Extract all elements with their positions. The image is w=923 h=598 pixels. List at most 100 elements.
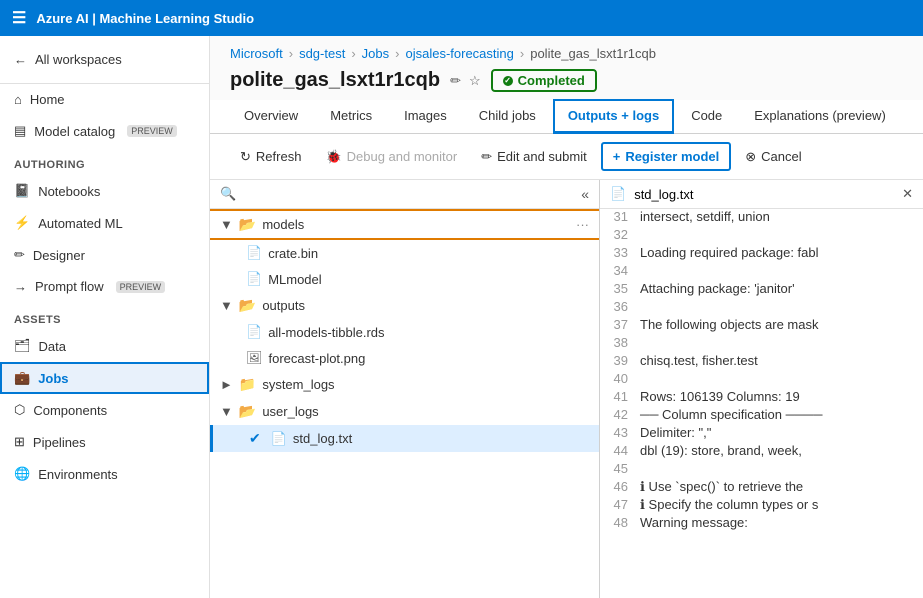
sidebar-item-environments[interactable]: 🌐 Environments (0, 458, 209, 490)
folder-outputs-icon: 📂 (239, 297, 256, 314)
tab-images[interactable]: Images (390, 100, 461, 133)
log-row: 31 intersect, setdiff, union (600, 209, 923, 227)
sidebar-item-notebooks[interactable]: 📓 Notebooks (0, 175, 209, 207)
jobs-icon: 💼 (14, 370, 30, 386)
sidebar-item-prompt-flow[interactable]: → Prompt flow PREVIEW (0, 271, 209, 302)
star-icon[interactable]: ☆ (469, 73, 481, 89)
file-browser: 🔍 « ▼ 📂 models ··· (210, 180, 600, 598)
more-options-icon[interactable]: ··· (576, 217, 589, 232)
file-item-tibble[interactable]: 📄 all-models-tibble.rds (210, 319, 599, 345)
pipelines-label: Pipelines (33, 435, 86, 450)
tab-metrics[interactable]: Metrics (316, 100, 386, 133)
main-layout: ← All workspaces ⌂ Home ▤ Model catalog … (0, 36, 923, 598)
log-row: 45 (600, 461, 923, 479)
refresh-button[interactable]: ↻ Refresh (230, 144, 311, 170)
file-item-models[interactable]: ▼ 📂 models ··· (210, 211, 599, 238)
sidebar-item-jobs[interactable]: 💼 Jobs (0, 362, 209, 394)
sidebar-item-pipelines[interactable]: ⊞ Pipelines (0, 426, 209, 458)
file-icon-mlmodel: 📄 (246, 271, 262, 287)
line-number: 33 (608, 245, 640, 260)
all-workspaces-item[interactable]: ← All workspaces (0, 44, 209, 75)
model-catalog-label: Model catalog (34, 124, 115, 139)
breadcrumb-sdg-test[interactable]: sdg-test (299, 46, 345, 61)
breadcrumb-current: polite_gas_lsxt1r1cqb (530, 46, 656, 61)
edit-pencil-icon[interactable]: ✏ (450, 73, 461, 89)
cancel-icon: ⊗ (745, 149, 756, 165)
file-item-mlmodel[interactable]: 📄 MLmodel (210, 266, 599, 292)
breadcrumb-jobs[interactable]: Jobs (362, 46, 389, 61)
expand-system-icon: ► (220, 377, 233, 392)
menu-icon[interactable]: ☰ (12, 8, 26, 28)
log-line-text: dbl (19): store, brand, week, (640, 443, 802, 458)
sidebar-item-home[interactable]: ⌂ Home (0, 84, 209, 115)
file-icon-forecast: 🖼 (246, 350, 263, 366)
log-row: 47ℹ Specify the column types or s (600, 497, 923, 515)
automated-ml-label: Automated ML (38, 216, 123, 231)
notebooks-label: Notebooks (38, 184, 100, 199)
line-number: 43 (608, 425, 640, 440)
sidebar-item-automated-ml[interactable]: ⚡ Automated ML (0, 207, 209, 239)
log-row: 32 (600, 227, 923, 245)
page-title: polite_gas_lsxt1r1cqb (230, 69, 440, 92)
breadcrumb-ojsales[interactable]: ojsales-forecasting (405, 46, 513, 61)
log-row: 42── Column specification ──── (600, 407, 923, 425)
edit-submit-button[interactable]: ✏ Edit and submit (471, 144, 597, 170)
log-row: 39 chisq.test, fisher.test (600, 353, 923, 371)
line-number: 36 (608, 299, 640, 314)
sidebar-item-components[interactable]: ⬡ Components (0, 394, 209, 426)
log-row: 41Rows: 106139 Columns: 19 (600, 389, 923, 407)
file-item-user-logs[interactable]: ▼ 📂 user_logs (210, 398, 599, 425)
log-row: 46ℹ Use `spec()` to retrieve the (600, 479, 923, 497)
log-line-text: ── Column specification ──── (640, 407, 822, 422)
designer-icon: ✏ (14, 247, 25, 263)
tab-outputs-logs[interactable]: Outputs + logs (554, 100, 673, 133)
line-number: 35 (608, 281, 640, 296)
line-number: 38 (608, 335, 640, 350)
line-number: 31 (608, 209, 640, 224)
collapse-icon[interactable]: « (581, 186, 589, 202)
page-title-row: polite_gas_lsxt1r1cqb ✏ ☆ ✓ Completed (210, 65, 923, 100)
preview-badge: PREVIEW (127, 125, 177, 137)
log-filename: std_log.txt (634, 187, 693, 202)
search-icon: 🔍 (220, 186, 236, 202)
log-content[interactable]: 31 intersect, setdiff, union3233Loading … (600, 209, 923, 598)
tab-explanations[interactable]: Explanations (preview) (740, 100, 900, 133)
home-icon: ⌂ (14, 92, 22, 107)
lower-area: 🔍 « ▼ 📂 models ··· (210, 180, 923, 598)
folder-user-icon: 📂 (239, 403, 256, 420)
tab-overview[interactable]: Overview (230, 100, 312, 133)
close-log-icon[interactable]: ✕ (902, 186, 913, 202)
sidebar-top: ← All workspaces (0, 36, 209, 84)
log-line-text: ℹ Use `spec()` to retrieve the (640, 479, 803, 495)
top-header: ☰ Azure AI | Machine Learning Studio (0, 0, 923, 36)
log-row: 35Attaching package: 'janitor' (600, 281, 923, 299)
file-item-forecast-plot[interactable]: 🖼 forecast-plot.png (210, 345, 599, 371)
breadcrumb-microsoft[interactable]: Microsoft (230, 46, 283, 61)
cancel-button[interactable]: ⊗ Cancel (735, 144, 811, 170)
components-label: Components (33, 403, 107, 418)
debug-icon: 🐞 (325, 149, 341, 165)
debug-monitor-button[interactable]: 🐞 Debug and monitor (315, 144, 467, 170)
log-line-text: The following objects are mask (640, 317, 818, 332)
file-item-std-log[interactable]: ✔ 📄 std_log.txt (210, 425, 599, 452)
back-icon: ← (14, 52, 27, 67)
log-row: 33Loading required package: fabl (600, 245, 923, 263)
tab-code[interactable]: Code (677, 100, 736, 133)
tab-child-jobs[interactable]: Child jobs (465, 100, 550, 133)
line-number: 48 (608, 515, 640, 530)
log-file-tab: std_log.txt (634, 187, 693, 202)
sidebar-item-data[interactable]: 🗂 Data (0, 330, 209, 362)
file-item-cratebin[interactable]: 📄 crate.bin (210, 240, 599, 266)
register-model-button[interactable]: + Register model (601, 142, 732, 171)
file-item-outputs[interactable]: ▼ 📂 outputs (210, 292, 599, 319)
sidebar-item-model-catalog[interactable]: ▤ Model catalog PREVIEW (0, 115, 209, 147)
file-item-system-logs[interactable]: ► 📁 system_logs (210, 371, 599, 398)
authoring-section-label: Authoring (0, 147, 209, 175)
environments-icon: 🌐 (14, 466, 30, 482)
log-line-text: Warning message: (640, 515, 748, 530)
home-label: Home (30, 92, 65, 107)
sidebar-item-designer[interactable]: ✏ Designer (0, 239, 209, 271)
search-input[interactable] (242, 187, 575, 202)
jobs-label: Jobs (38, 371, 68, 386)
folder-system-icon: 📁 (239, 376, 256, 393)
